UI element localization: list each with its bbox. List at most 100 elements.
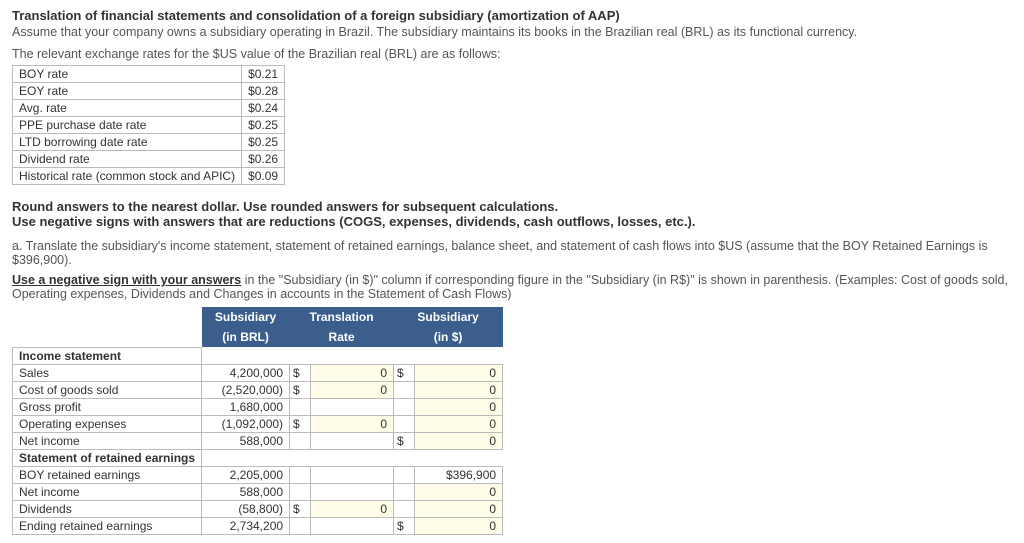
usd-currency	[394, 398, 415, 415]
section-row: Statement of retained earnings	[13, 449, 503, 466]
table-row: Operating expenses(1,092,000)$00	[13, 415, 503, 432]
usd-input: $396,900	[415, 466, 503, 483]
usd-currency	[394, 500, 415, 517]
rate-value: $0.09	[242, 168, 285, 185]
rate-value: $0.21	[242, 66, 285, 83]
brl-value: 2,734,200	[202, 517, 290, 534]
rate-row: BOY rate$0.21	[13, 66, 285, 83]
rate-input[interactable]: 0	[311, 415, 394, 432]
usd-currency	[394, 415, 415, 432]
usd-currency: $	[394, 517, 415, 534]
rate-label: EOY rate	[13, 83, 242, 100]
intro-text: Assume that your company owns a subsidia…	[12, 25, 1012, 39]
page-title: Translation of financial statements and …	[12, 8, 1012, 23]
rate-input	[311, 517, 394, 534]
section-row: Income statement	[13, 347, 503, 364]
rate-input[interactable]: 0	[311, 364, 394, 381]
rate-value: $0.28	[242, 83, 285, 100]
table-row: Net income588,000 $0	[13, 432, 503, 449]
neg-sign-instruction: Use a negative sign with your answers in…	[12, 273, 1012, 301]
table-row: Cost of goods sold(2,520,000)$0 0	[13, 381, 503, 398]
usd-currency	[394, 381, 415, 398]
rate-currency	[290, 517, 311, 534]
table-row: Ending retained earnings2,734,200 $0	[13, 517, 503, 534]
usd-input[interactable]: 0	[415, 517, 503, 534]
rate-currency: $	[290, 415, 311, 432]
usd-input[interactable]: 0	[415, 415, 503, 432]
rate-row: Dividend rate$0.26	[13, 151, 285, 168]
rate-label: LTD borrowing date rate	[13, 134, 242, 151]
rate-input	[311, 466, 394, 483]
rate-currency: $	[290, 500, 311, 517]
rate-row: LTD borrowing date rate$0.25	[13, 134, 285, 151]
rate-value: $0.26	[242, 151, 285, 168]
table-row: Sales4,200,000$0$0	[13, 364, 503, 381]
rate-value: $0.25	[242, 117, 285, 134]
question-a: a. Translate the subsidiary's income sta…	[12, 239, 1012, 267]
table-row: Dividends(58,800)$0 0	[13, 500, 503, 517]
rate-currency	[290, 432, 311, 449]
worksheet-table: Subsidiary Translation Subsidiary (in BR…	[12, 307, 503, 535]
table-row: Net income588,000 0	[13, 483, 503, 500]
col-brl-sub: (in BRL)	[202, 327, 290, 347]
usd-currency	[394, 483, 415, 500]
usd-input[interactable]: 0	[415, 381, 503, 398]
usd-input[interactable]: 0	[415, 432, 503, 449]
row-label: Cost of goods sold	[13, 381, 202, 398]
brl-value: 4,200,000	[202, 364, 290, 381]
rate-label: Avg. rate	[13, 100, 242, 117]
usd-input[interactable]: 0	[415, 398, 503, 415]
row-label: Dividends	[13, 500, 202, 517]
section-label: Income statement	[13, 347, 202, 364]
rate-row: PPE purchase date rate$0.25	[13, 117, 285, 134]
rate-label: BOY rate	[13, 66, 242, 83]
col-rate-top: Translation	[290, 307, 394, 327]
rate-value: $0.25	[242, 134, 285, 151]
col-rate-sub: Rate	[290, 327, 394, 347]
rate-label: Historical rate (common stock and APIC)	[13, 168, 242, 185]
row-label: Net income	[13, 483, 202, 500]
brl-value: 2,205,000	[202, 466, 290, 483]
row-label: BOY retained earnings	[13, 466, 202, 483]
table-row: BOY retained earnings2,205,000 $396,900	[13, 466, 503, 483]
row-label: Ending retained earnings	[13, 517, 202, 534]
rate-label: PPE purchase date rate	[13, 117, 242, 134]
table-row: Gross profit1,680,000 0	[13, 398, 503, 415]
usd-input[interactable]: 0	[415, 364, 503, 381]
col-brl-top: Subsidiary	[202, 307, 290, 327]
rates-lead: The relevant exchange rates for the $US …	[12, 47, 1012, 61]
brl-value: (1,092,000)	[202, 415, 290, 432]
section-label: Statement of retained earnings	[13, 449, 202, 466]
row-label: Net income	[13, 432, 202, 449]
rate-row: EOY rate$0.28	[13, 83, 285, 100]
rate-value: $0.24	[242, 100, 285, 117]
rate-currency: $	[290, 364, 311, 381]
rate-input	[311, 432, 394, 449]
rate-input	[311, 398, 394, 415]
brl-value: (2,520,000)	[202, 381, 290, 398]
col-usd-sub: (in $)	[394, 327, 503, 347]
rate-label: Dividend rate	[13, 151, 242, 168]
neg-sign-underline: Use a negative sign with your answers	[12, 273, 241, 287]
usd-input[interactable]: 0	[415, 483, 503, 500]
usd-input[interactable]: 0	[415, 500, 503, 517]
rate-currency	[290, 483, 311, 500]
row-label: Sales	[13, 364, 202, 381]
instruction-round: Round answers to the nearest dollar. Use…	[12, 199, 1012, 214]
row-label: Gross profit	[13, 398, 202, 415]
usd-currency	[394, 466, 415, 483]
brl-value: 1,680,000	[202, 398, 290, 415]
rate-row: Avg. rate$0.24	[13, 100, 285, 117]
usd-currency: $	[394, 364, 415, 381]
rate-currency: $	[290, 381, 311, 398]
brl-value: 588,000	[202, 432, 290, 449]
rate-currency	[290, 398, 311, 415]
rate-input[interactable]: 0	[311, 381, 394, 398]
brl-value: (58,800)	[202, 500, 290, 517]
rate-input[interactable]: 0	[311, 500, 394, 517]
brl-value: 588,000	[202, 483, 290, 500]
usd-currency: $	[394, 432, 415, 449]
col-usd-top: Subsidiary	[394, 307, 503, 327]
rate-input	[311, 483, 394, 500]
rate-row: Historical rate (common stock and APIC)$…	[13, 168, 285, 185]
